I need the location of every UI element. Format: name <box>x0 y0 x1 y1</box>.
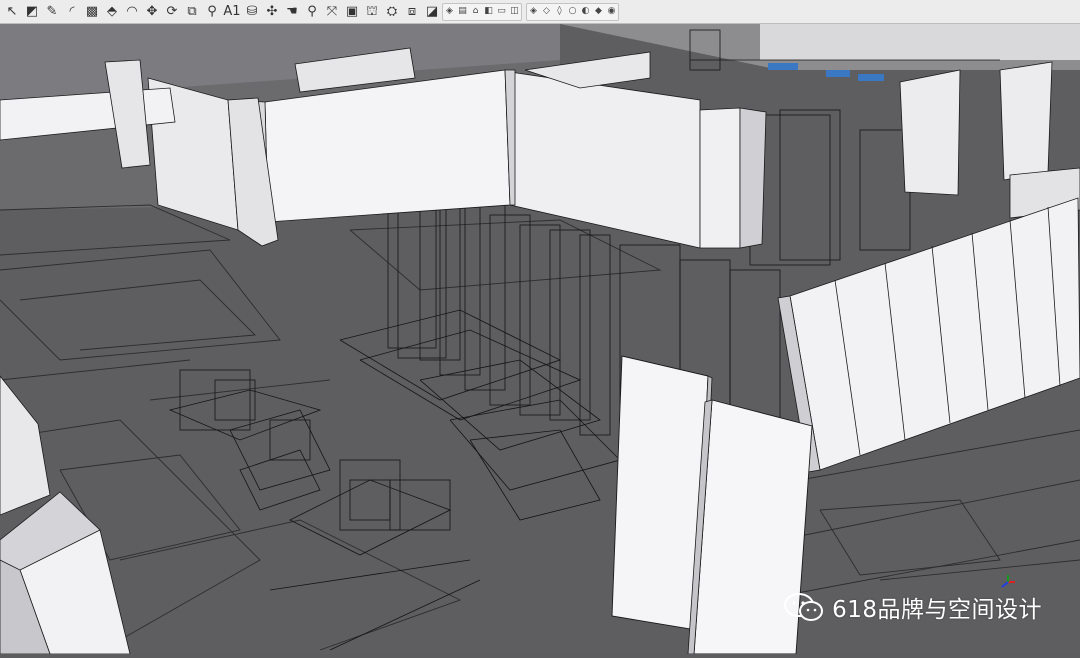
layout-tool-icon[interactable]: ⧈ <box>402 2 422 22</box>
scale-tool-icon[interactable]: ⧉ <box>182 2 202 22</box>
shaded-textures-style-icon[interactable]: ◆ <box>592 2 605 22</box>
model-canvas[interactable] <box>0 24 1080 655</box>
offset-tool-icon[interactable]: ◠ <box>122 2 142 22</box>
style-tool-icon[interactable]: ◪ <box>422 2 442 22</box>
zoom-extents-tool-icon[interactable]: ⤧ <box>322 2 342 22</box>
far-right-walls <box>760 24 1080 60</box>
shaded-style-icon[interactable]: ◐ <box>579 2 592 22</box>
move-tool-icon[interactable]: ✥ <box>142 2 162 22</box>
push-pull-tool-icon[interactable]: ⬘ <box>102 2 122 22</box>
zoom-tool-icon[interactable]: ⚲ <box>302 2 322 22</box>
hidden-line-style-icon[interactable]: ○ <box>566 2 579 22</box>
right-column-1 <box>899 69 961 196</box>
main-toolbar: ↖ ◩ ✎ ◜ ▩ ⬘ ◠ ✥ ⟳ ⧉ ⚲ A1 ⛁ ✣ ☚ ⚲ ⤧ ▣ ⛫ ⛭ ⧈ ◪ ◈ ▤ ⌂ ◧ ▭ ◫ ◈ ◇ ◊ ○ ◐ ◆ ◉ <box>0 0 1080 24</box>
monochrome-style-icon[interactable]: ◉ <box>605 2 618 22</box>
wechat-icon <box>784 593 824 621</box>
select-tool-icon[interactable]: ↖ <box>2 2 22 22</box>
rotate-tool-icon[interactable]: ⟳ <box>162 2 182 22</box>
back-view-icon[interactable]: ▭ <box>495 2 508 22</box>
front-view-icon[interactable]: ⌂ <box>469 2 482 22</box>
orbit-tool-icon[interactable]: ✣ <box>262 2 282 22</box>
top-view-icon[interactable]: ▤ <box>456 2 469 22</box>
watermark: 618品牌与空间设计 <box>782 590 1042 624</box>
text-tool-icon[interactable]: A1 <box>222 2 242 22</box>
xray-style-icon[interactable]: ◈ <box>527 2 540 22</box>
3d-viewport[interactable] <box>0 24 1080 655</box>
right-column-2 <box>999 61 1053 181</box>
rectangle-tool-icon[interactable]: ▩ <box>82 2 102 22</box>
wireframe-style-icon[interactable]: ◊ <box>553 2 566 22</box>
pan-tool-icon[interactable]: ☚ <box>282 2 302 22</box>
watermark-text: 618品牌与空间设计 <box>832 597 1042 623</box>
right-view-icon[interactable]: ◧ <box>482 2 495 22</box>
styles-toolbar: ◈ ◇ ◊ ○ ◐ ◆ ◉ <box>526 2 619 22</box>
iso-view-icon[interactable]: ◈ <box>443 2 456 22</box>
views-toolbar: ◈ ▤ ⌂ ◧ ▭ ◫ <box>442 2 522 22</box>
components-tool-icon[interactable]: ▣ <box>342 2 362 22</box>
warehouse-tool-icon[interactable]: ⛫ <box>362 2 382 22</box>
left-view-icon[interactable]: ◫ <box>508 2 521 22</box>
paint-bucket-tool-icon[interactable]: ⛁ <box>242 2 262 22</box>
extension-warehouse-icon[interactable]: ⛭ <box>382 2 402 22</box>
tools-group: ↖ ◩ ✎ ◜ ▩ ⬘ ◠ ✥ ⟳ ⧉ ⚲ A1 ⛁ ✣ ☚ ⚲ ⤧ ▣ ⛫ ⛭ ⧈ ◪ <box>2 2 442 22</box>
corner-column <box>699 107 741 249</box>
line-tool-icon[interactable]: ✎ <box>42 2 62 22</box>
arc-tool-icon[interactable]: ◜ <box>62 2 82 22</box>
tape-measure-tool-icon[interactable]: ⚲ <box>202 2 222 22</box>
eraser-tool-icon[interactable]: ◩ <box>22 2 42 22</box>
back-edges-style-icon[interactable]: ◇ <box>540 2 553 22</box>
axis-origin-icon <box>1001 575 1015 588</box>
